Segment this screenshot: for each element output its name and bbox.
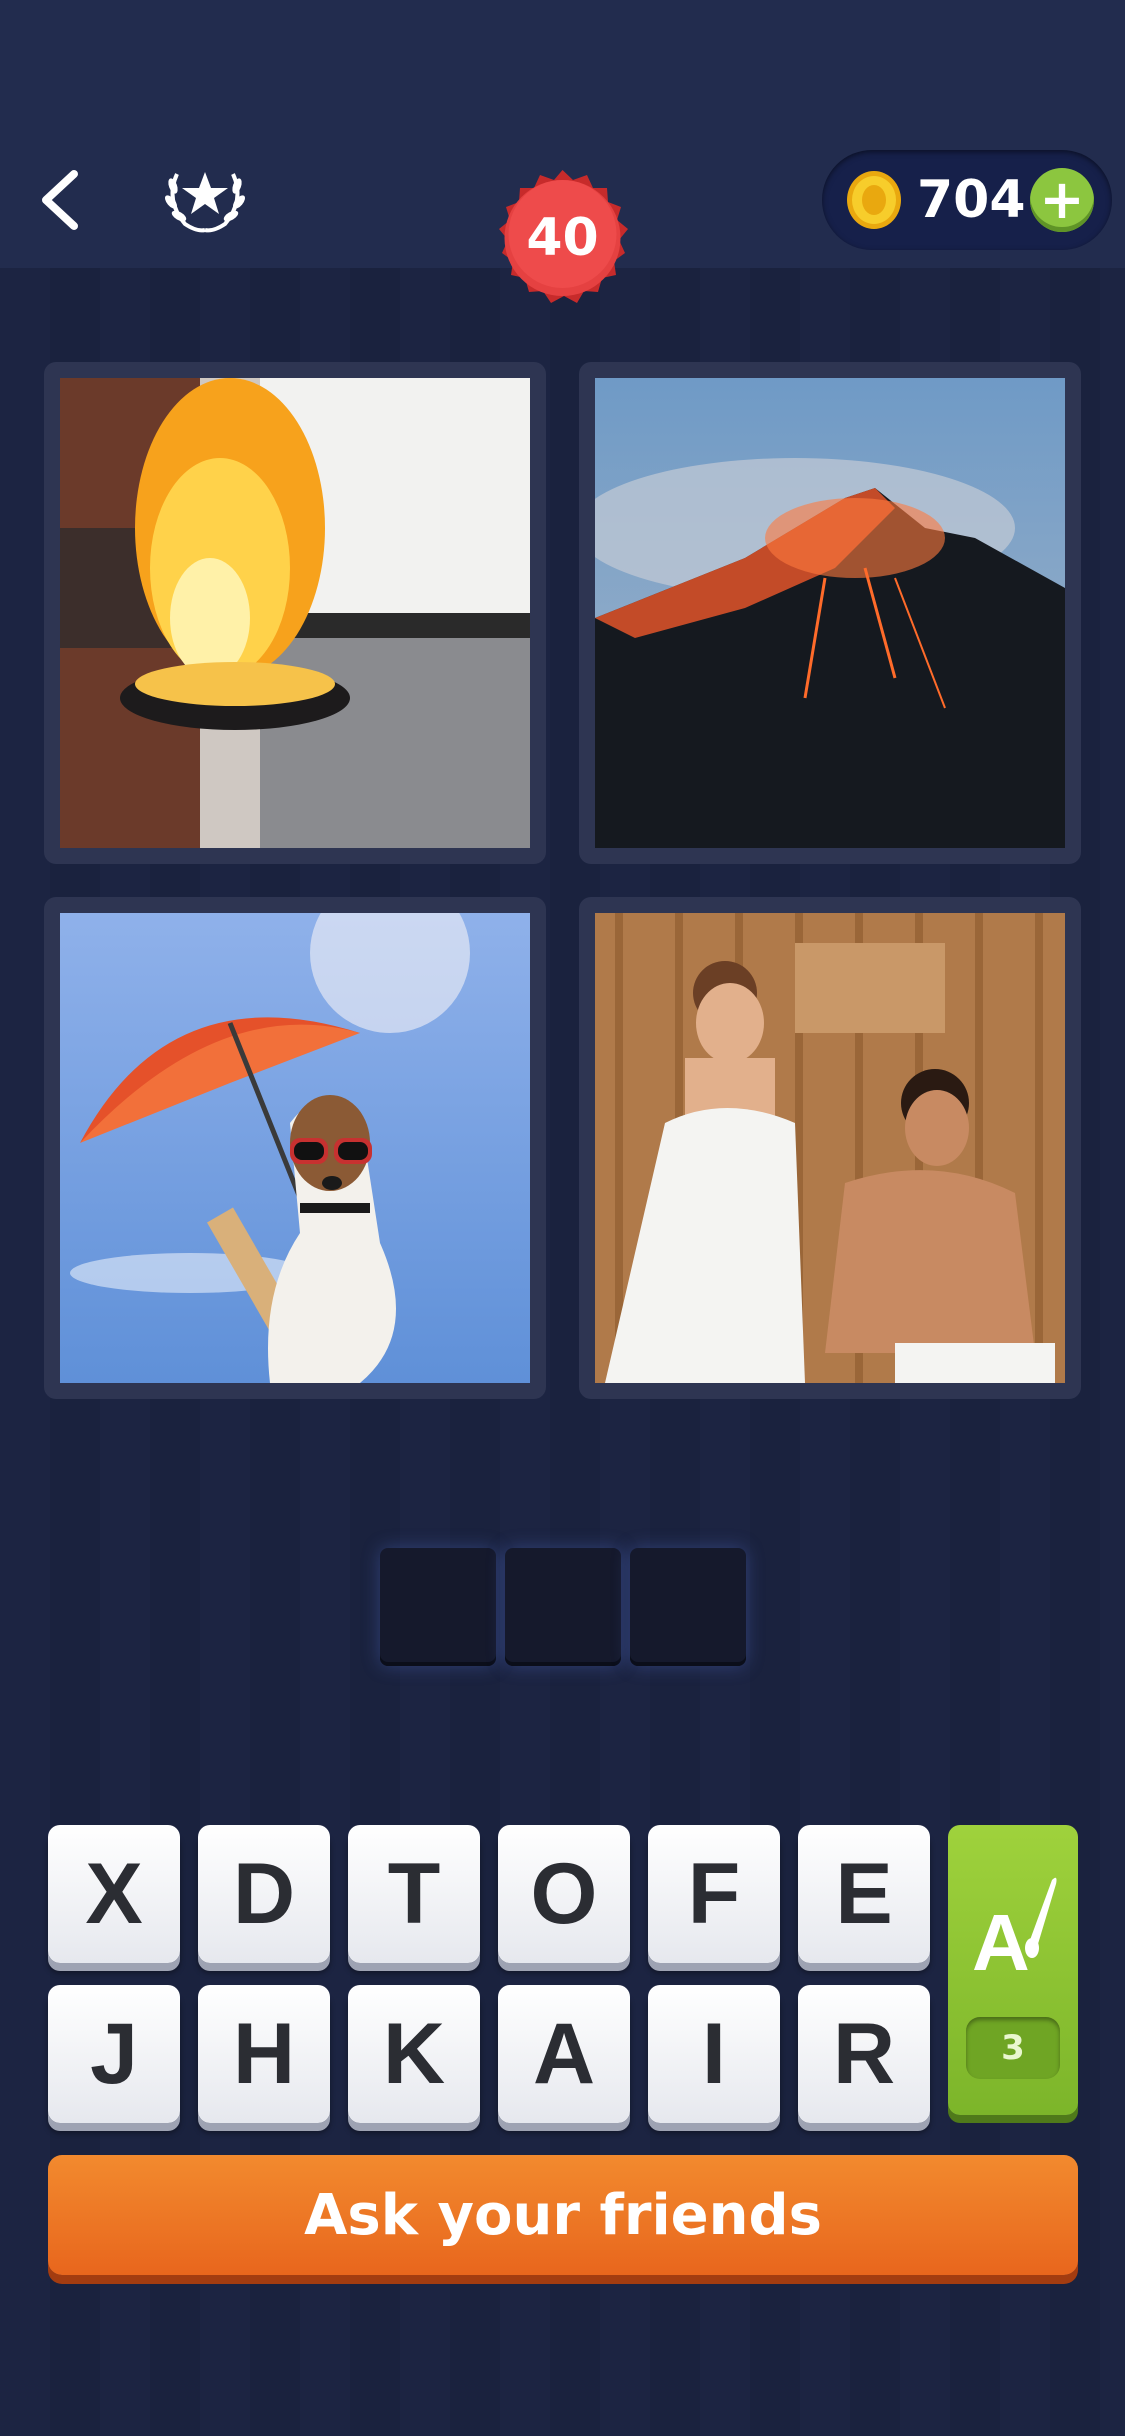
- level-badge: 40: [475, 168, 650, 343]
- letter-key[interactable]: T: [348, 1825, 480, 1963]
- hint-count-badge: 3: [966, 2017, 1060, 2079]
- coin-count: 704: [917, 170, 1026, 230]
- picture-dog-umbrella[interactable]: [44, 897, 546, 1399]
- answer-slot-1[interactable]: [380, 1548, 496, 1666]
- picture-volcano[interactable]: [579, 362, 1081, 864]
- letter-key[interactable]: H: [198, 1985, 330, 2123]
- photo-dog-sunglasses-umbrella: [60, 913, 530, 1383]
- gold-coin-icon: [847, 171, 901, 229]
- letter-key[interactable]: D: [198, 1825, 330, 1963]
- svg-text:A: A: [972, 1898, 1030, 1980]
- achievements-button[interactable]: [155, 150, 255, 250]
- ask-friends-button[interactable]: Ask your friends: [48, 2155, 1078, 2275]
- back-button[interactable]: [30, 160, 90, 240]
- chevron-left-icon: [42, 170, 78, 230]
- picture-flaming-pan[interactable]: [44, 362, 546, 864]
- letter-key[interactable]: X: [48, 1825, 180, 1963]
- photo-couple-sauna: [595, 913, 1065, 1383]
- letter-key[interactable]: O: [498, 1825, 630, 1963]
- letter-key[interactable]: I: [648, 1985, 780, 2123]
- letter-key[interactable]: J: [48, 1985, 180, 2123]
- letter-key[interactable]: E: [798, 1825, 930, 1963]
- letter-key[interactable]: F: [648, 1825, 780, 1963]
- photo-erupting-volcano: [595, 378, 1065, 848]
- letter-key[interactable]: K: [348, 1985, 480, 2123]
- coin-balance[interactable]: 704 +: [822, 150, 1112, 250]
- photo-chef-flambe: [60, 378, 530, 848]
- hint-button[interactable]: A 3: [948, 1825, 1078, 2115]
- letter-key[interactable]: A: [498, 1985, 630, 2123]
- laurel-star-icon: [165, 172, 245, 233]
- add-coins-button[interactable]: +: [1030, 168, 1094, 232]
- level-number: 40: [526, 208, 599, 268]
- answer-slot-3[interactable]: [630, 1548, 746, 1666]
- letter-key[interactable]: R: [798, 1985, 930, 2123]
- picture-sauna[interactable]: [579, 897, 1081, 1399]
- letter-brush-icon: A: [972, 1877, 1057, 1980]
- answer-slot-2[interactable]: [505, 1548, 621, 1666]
